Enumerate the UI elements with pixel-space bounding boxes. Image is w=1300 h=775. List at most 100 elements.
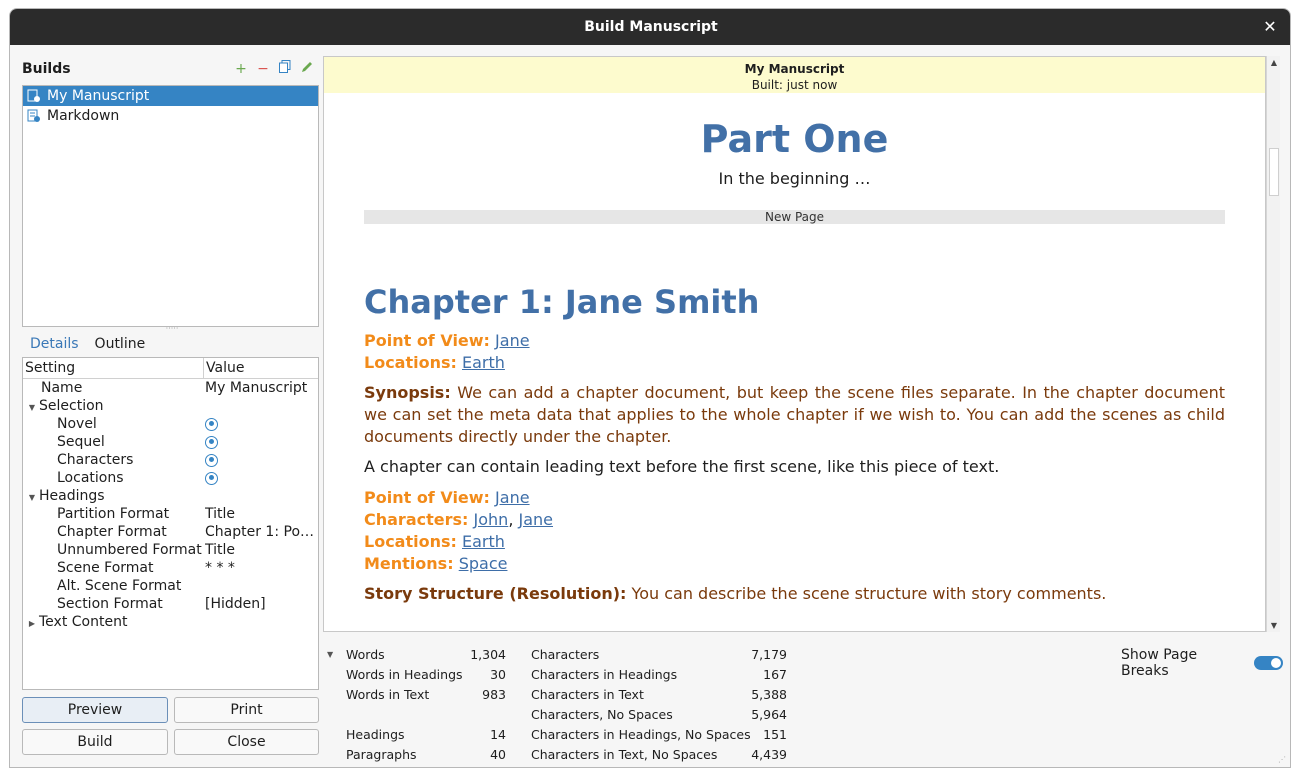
separator: ,	[508, 510, 514, 529]
expand-arrow-icon[interactable]: ▼	[25, 493, 39, 502]
collapse-stats-icon[interactable]: ▼	[327, 645, 333, 665]
stat-words-headings: Words in Headings 30	[346, 665, 506, 685]
setting-row-section-format[interactable]: Section Format [Hidden]	[23, 595, 318, 613]
setting-row-headings[interactable]: ▼ Headings	[23, 487, 318, 505]
banner-build-name: My Manuscript	[744, 62, 845, 76]
setting-row-scene-format[interactable]: Scene Format * * *	[23, 559, 318, 577]
setting-value: Title	[205, 542, 236, 558]
setting-row-name[interactable]: Name My Manuscript	[23, 379, 318, 397]
meta-pov: Point of View: Jane	[364, 487, 1225, 509]
column-header-value[interactable]: Value	[204, 358, 244, 378]
details-tabs: Details Outline	[22, 335, 318, 355]
meta-locations: Locations: Earth	[364, 531, 1225, 553]
build-item-my-manuscript[interactable]: My Manuscript	[23, 86, 318, 106]
setting-row-partition-format[interactable]: Partition Format Title	[23, 505, 318, 523]
tab-outline[interactable]: Outline	[87, 335, 154, 355]
expand-arrow-icon[interactable]: ▼	[25, 403, 39, 412]
tab-details[interactable]: Details	[22, 335, 87, 355]
setting-row-locations[interactable]: Locations	[23, 469, 318, 487]
setting-row-unnumbered-format[interactable]: Unnumbered Format Title	[23, 541, 318, 559]
print-button[interactable]: Print	[174, 697, 319, 723]
stat-value: 167	[763, 667, 787, 682]
stat-value: 40	[490, 747, 506, 762]
setting-row-text-content[interactable]: ▶ Text Content	[23, 613, 318, 631]
setting-label: Headings	[39, 488, 105, 504]
scroll-up-icon[interactable]: ▲	[1267, 58, 1281, 67]
settings-table: Setting Value Name My Manuscript ▼ Select…	[22, 357, 319, 690]
setting-label: Chapter Format	[57, 524, 167, 540]
setting-value: My Manuscript	[205, 380, 308, 396]
radio-checked-icon[interactable]	[205, 435, 218, 449]
setting-label: Novel	[57, 416, 97, 432]
setting-row-sequel[interactable]: Sequel	[23, 433, 318, 451]
manuscript-preview[interactable]: My Manuscript Built: just now Part One I…	[323, 56, 1266, 632]
show-page-breaks-toggle[interactable]	[1253, 656, 1283, 670]
page-break-marker: New Page	[364, 210, 1225, 224]
build-manuscript-window: Build Manuscript ✕ Builds + − My Manuscr…	[9, 8, 1291, 768]
radio-checked-icon[interactable]	[205, 471, 218, 485]
tag-link[interactable]: Earth	[462, 532, 505, 551]
scroll-down-icon[interactable]: ▼	[1267, 621, 1281, 630]
remove-build-icon[interactable]: −	[252, 59, 274, 79]
stat-headings: Headings 14	[346, 725, 506, 745]
preview-scrollbar[interactable]: ▲ ▼	[1266, 56, 1280, 632]
preview-button[interactable]: Preview	[22, 697, 168, 723]
tag-link[interactable]: Space	[459, 554, 508, 573]
setting-row-alt-scene-format[interactable]: Alt. Scene Format	[23, 577, 318, 595]
tag-link[interactable]: Earth	[462, 353, 505, 372]
banner-build-time: Built: just now	[751, 78, 838, 92]
meta-locations: Locations: Earth	[364, 352, 1225, 374]
tag-link[interactable]: John	[474, 510, 509, 529]
stat-label: Characters in Text	[531, 687, 644, 702]
close-button[interactable]: Close	[174, 729, 319, 755]
scrollbar-thumb[interactable]	[1269, 148, 1279, 196]
setting-row-chapter-format[interactable]: Chapter Format Chapter 1: Poi…	[23, 523, 318, 541]
story-structure-comment: Story Structure (Resolution): You can de…	[364, 583, 1225, 605]
statistics-panel: ▼ Words 1,304 Words in Headings 30 Words…	[323, 637, 1283, 767]
show-page-breaks-label: Show Page Breaks	[1121, 647, 1198, 679]
radio-checked-icon[interactable]	[205, 417, 218, 431]
stat-value: 4,439	[751, 747, 787, 762]
stat-paragraphs: Paragraphs 40	[346, 745, 506, 765]
collapse-arrow-icon[interactable]: ▶	[25, 619, 39, 628]
close-icon[interactable]: ✕	[1260, 17, 1280, 37]
structure-text: You can describe the scene structure wit…	[631, 584, 1107, 603]
meta-key: Point of View:	[364, 488, 490, 507]
setting-label: Selection	[39, 398, 104, 414]
edit-build-icon[interactable]	[296, 59, 318, 79]
document-body: Part One In the beginning … New Page Cha…	[324, 115, 1265, 605]
setting-row-characters[interactable]: Characters	[23, 451, 318, 469]
setting-row-selection[interactable]: ▼ Selection	[23, 397, 318, 415]
setting-label: Alt. Scene Format	[57, 578, 182, 594]
stat-label: Characters, No Spaces	[531, 707, 673, 722]
setting-value: Chapter 1: Poi…	[205, 524, 315, 540]
stat-words-text: Words in Text 983	[346, 685, 506, 705]
stat-label: Words in Text	[346, 687, 430, 702]
build-item-markdown[interactable]: Markdown	[23, 106, 318, 126]
structure-key: Story Structure (Resolution):	[364, 584, 627, 603]
synopsis-text: We can add a chapter document, but keep …	[364, 383, 1226, 446]
stat-label: Paragraphs	[346, 747, 417, 762]
build-button[interactable]: Build	[22, 729, 168, 755]
meta-key: Locations:	[364, 532, 457, 551]
stat-value: 151	[763, 727, 787, 742]
tag-link[interactable]: Jane	[519, 510, 554, 529]
splitter-handle[interactable]: ·····	[164, 325, 180, 333]
radio-checked-icon[interactable]	[205, 453, 218, 467]
part-subtitle: In the beginning …	[718, 169, 871, 188]
copy-build-icon[interactable]	[274, 59, 296, 79]
tag-link[interactable]: Jane	[495, 488, 530, 507]
column-header-setting[interactable]: Setting	[23, 358, 204, 378]
stat-words: Words 1,304	[346, 645, 506, 665]
stat-characters-no-spaces: Characters, No Spaces 5,964	[531, 705, 787, 725]
setting-value: [Hidden]	[205, 596, 266, 612]
setting-label: Scene Format	[57, 560, 154, 576]
tag-link[interactable]: Jane	[495, 331, 530, 350]
resize-grip-icon[interactable]: ⋰	[1278, 755, 1288, 765]
stat-value: 30	[490, 667, 506, 682]
add-build-icon[interactable]: +	[230, 59, 252, 79]
stat-value: 7,179	[751, 647, 787, 662]
stat-label: Words	[346, 647, 385, 662]
setting-row-novel[interactable]: Novel	[23, 415, 318, 433]
setting-label: Section Format	[57, 596, 163, 612]
